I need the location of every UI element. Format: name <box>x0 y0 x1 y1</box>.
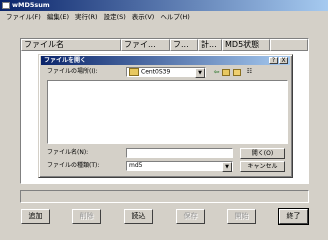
menu-file[interactable]: ファイル(F) <box>3 12 44 22</box>
column-filesize[interactable]: ファイ... <box>121 39 170 51</box>
new-folder-icon[interactable] <box>233 68 242 76</box>
filename-label: ファイル名(N): <box>47 149 89 156</box>
dialog-close-button[interactable]: X <box>279 57 288 64</box>
dialog-file-list[interactable] <box>47 80 288 144</box>
location-label: ファイルの場所(I): <box>47 68 98 75</box>
up-folder-icon[interactable] <box>222 68 231 76</box>
app-icon[interactable] <box>2 2 10 9</box>
column-md5-status[interactable]: MD5状態 <box>222 39 270 51</box>
filetype-combo[interactable]: md5 ▼ <box>126 161 233 172</box>
status-bar <box>20 190 309 203</box>
filetype-label: ファイルの種類(T): <box>47 162 100 169</box>
menu-help[interactable]: ヘルプ(H) <box>157 12 192 22</box>
chevron-down-icon[interactable]: ▼ <box>195 68 205 78</box>
window-title: wMD5sum <box>12 1 50 9</box>
location-value: Cent0S39 <box>141 68 171 76</box>
dialog-cancel-button[interactable]: キャンセル <box>240 161 285 172</box>
add-button[interactable]: 追加 <box>21 209 50 224</box>
menu-view[interactable]: 表示(V) <box>129 12 158 22</box>
save-button[interactable]: 保存 <box>176 209 205 224</box>
dialog-help-button[interactable]: ? <box>269 57 278 64</box>
view-menu-icon[interactable]: ☷ <box>245 68 254 76</box>
column-filler <box>270 39 308 51</box>
start-button[interactable]: 開始 <box>227 209 256 224</box>
column-headers: ファイル名 ファイ... フ... 計... MD5状態 <box>21 39 308 51</box>
menu-run[interactable]: 実行(R) <box>72 12 101 22</box>
dialog-open-button[interactable]: 開く(O) <box>240 148 285 159</box>
exit-button[interactable]: 終了 <box>278 208 309 225</box>
dialog-title: ファイルを開く <box>44 57 87 64</box>
column-calc[interactable]: 計... <box>198 39 222 51</box>
delete-button[interactable]: 削除 <box>72 209 101 224</box>
read-button[interactable]: 読込 <box>124 209 153 224</box>
column-f[interactable]: フ... <box>170 39 198 51</box>
menu-edit[interactable]: 編集(E) <box>44 12 72 22</box>
menu-bar: ファイル(F) 編集(E) 実行(R) 設定(S) 表示(V) ヘルプ(H) <box>0 11 328 23</box>
filetype-value: md5 <box>129 162 143 169</box>
folder-icon <box>129 68 139 76</box>
location-combo[interactable]: Cent0S39 ▼ <box>126 67 206 78</box>
chevron-down-icon[interactable]: ▼ <box>222 162 232 172</box>
menu-settings[interactable]: 設定(S) <box>101 12 129 22</box>
column-filename[interactable]: ファイル名 <box>21 39 121 51</box>
back-icon[interactable]: ⇦ <box>212 68 221 76</box>
filename-input[interactable] <box>126 148 233 158</box>
